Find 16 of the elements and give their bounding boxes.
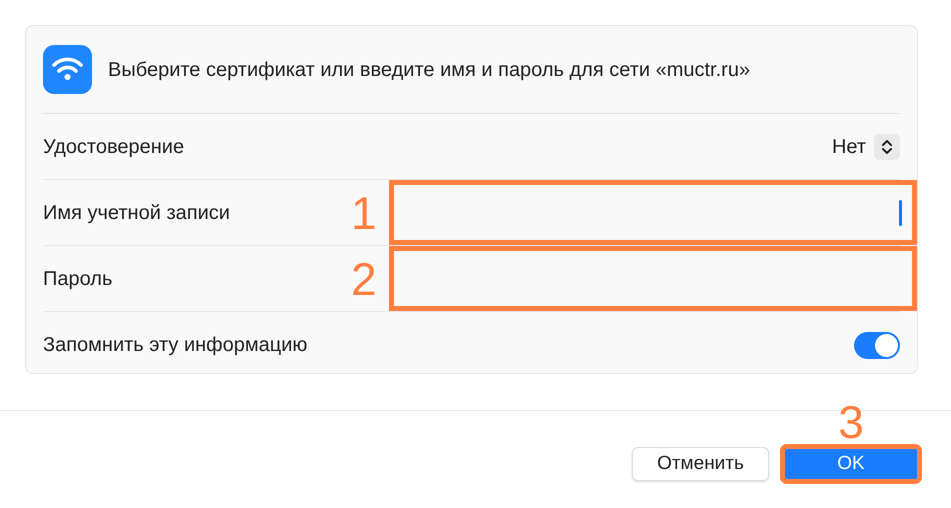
cancel-button[interactable]: Отменить	[632, 447, 769, 481]
dialog-message: Выберите сертификат или введите имя и пароль для сети «muctr.ru»	[108, 58, 750, 82]
field-label: Имя учетной записи	[43, 200, 230, 226]
field-label: Удостоверение	[43, 134, 184, 160]
toggle-switch[interactable]	[854, 332, 900, 358]
password-field[interactable]	[389, 246, 917, 311]
field-label: Пароль	[43, 266, 112, 292]
wifi-icon	[43, 45, 92, 94]
callout-number: 3	[838, 399, 864, 445]
callout-number: 1	[351, 190, 377, 236]
account-name-field[interactable]	[389, 180, 917, 245]
callout-number: 2	[351, 256, 377, 302]
certificate-popup[interactable]: Нет	[832, 132, 900, 162]
ok-button[interactable]: OK	[785, 449, 917, 479]
stepper-icon	[881, 138, 893, 156]
field-label: Запомнить эту информацию	[43, 333, 308, 358]
